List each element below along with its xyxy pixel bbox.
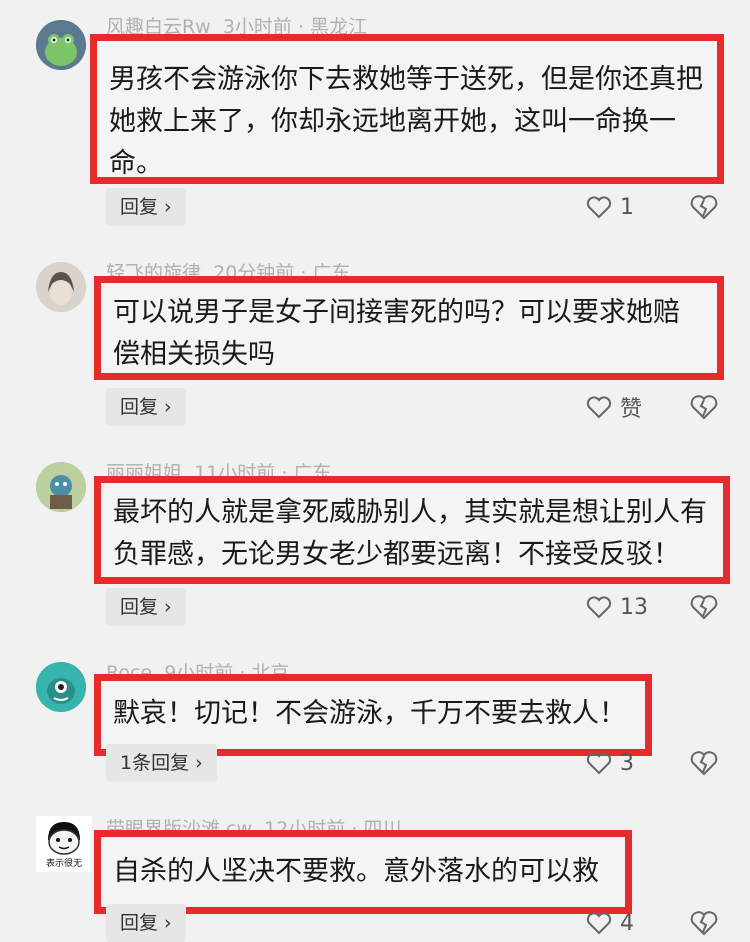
reply-button[interactable]: 回复 › [106,188,186,226]
girl-portrait-avatar-icon [36,262,86,312]
avatar[interactable] [36,262,86,312]
broken-heart-icon [690,911,718,936]
broken-heart-icon [690,195,718,220]
comment-text-content: 默哀！切记！不会游泳，千万不要去救人！ [113,698,626,729]
avatar-caption: 表示很无 [45,859,82,869]
like-button[interactable]: 13 [586,588,648,626]
avatar[interactable] [36,462,86,512]
heart-icon [586,596,612,619]
dislike-button[interactable] [690,388,718,426]
comment-text-content: 自杀的人坚决不要救。意外落水的可以救 [113,856,599,887]
reply-button[interactable]: 回复 › [106,588,186,626]
like-count: 赞 [620,397,643,422]
reply-button[interactable]: 回复 › [106,904,186,942]
reply-label: 1条回复 [120,752,190,774]
heart-icon [586,752,612,775]
broken-heart-icon [690,595,718,620]
comment-text-content: 男孩不会游泳你下去救她等于送死，但是你还真把她救上来了，你却永远地离开她，这叫一… [109,64,703,179]
like-button[interactable]: 赞 [586,388,642,426]
reply-button[interactable]: 1条回复 › [106,744,217,782]
comment-text: 男孩不会游泳你下去救她等于送死，但是你还真把她救上来了，你却永远地离开她，这叫一… [90,34,724,184]
reply-label: 回复 [120,396,159,418]
like-count: 4 [620,910,634,936]
chevron-right-icon: › [164,596,172,618]
chevron-right-icon: › [164,196,172,218]
reply-label: 回复 [120,912,159,934]
avatar[interactable] [36,20,86,70]
comment-text: 可以说男子是女子间接害死的吗？可以要求她赔偿相关损失吗 [94,276,724,380]
like-count: 1 [620,194,634,220]
comment-text: 自杀的人坚决不要救。意外落水的可以救 [94,830,632,914]
dislike-button[interactable] [690,588,718,626]
like-button[interactable]: 3 [586,744,634,782]
like-button[interactable]: 1 [586,188,634,226]
heart-icon [586,912,612,935]
dislike-button[interactable] [690,904,718,942]
avatar[interactable] [36,662,86,712]
reply-label: 回复 [120,196,159,218]
broken-heart-icon [690,751,718,776]
chevron-right-icon: › [195,752,203,774]
like-count: 3 [620,750,634,776]
dislike-button[interactable] [690,744,718,782]
heart-icon [586,196,612,219]
comment-text: 最坏的人就是拿死威胁别人，其实就是想让别人有负罪感，无论男女老少都要远离！不接受… [94,476,730,584]
chevron-right-icon: › [164,912,172,934]
avatar[interactable]: 表示很无 [36,816,92,872]
reply-button[interactable]: 回复 › [106,388,186,426]
comment-text-content: 最坏的人就是拿死威胁别人，其实就是想让别人有负罪感，无论男女老少都要远离！不接受… [113,497,707,570]
green-frog-avatar-icon [36,20,86,70]
broken-heart-icon [690,395,718,420]
dislike-button[interactable] [690,188,718,226]
reply-label: 回复 [120,596,159,618]
teal-monster-avatar-icon [36,662,86,712]
comment-text-content: 可以说男子是女子间接害死的吗？可以要求她赔偿相关损失吗 [113,297,680,370]
cartoon-avatar-icon [36,462,86,512]
heart-icon [586,396,612,419]
like-button[interactable]: 4 [586,904,634,942]
chevron-right-icon: › [164,396,172,418]
like-count: 13 [620,594,648,620]
